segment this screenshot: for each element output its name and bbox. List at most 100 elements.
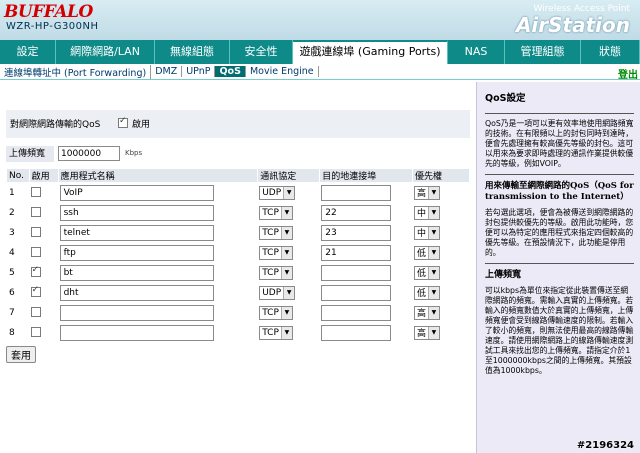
- help-divider: [485, 174, 634, 175]
- protocol-cell: TCP ▼: [258, 223, 319, 242]
- port-input[interactable]: [321, 324, 392, 341]
- port-cell: 21: [320, 243, 412, 262]
- priority-cell: 中 ▼: [413, 223, 469, 242]
- row-number: 2: [9, 207, 15, 218]
- protocol-value: TCP: [262, 247, 279, 258]
- row-enable-checkbox[interactable]: [30, 187, 41, 198]
- protocol-value: UDP: [262, 187, 282, 198]
- subtab-0[interactable]: 連線埠轉址中 (Port Forwarding): [0, 64, 152, 79]
- protocol-select[interactable]: TCP ▼: [259, 265, 293, 280]
- protocol-select[interactable]: TCP ▼: [259, 245, 293, 260]
- priority-cell: 低 ▼: [413, 283, 469, 302]
- app-name-input[interactable]: bt: [59, 264, 214, 281]
- row-enable-checkbox[interactable]: [30, 327, 41, 338]
- tab-2[interactable]: 無線組態: [155, 40, 230, 64]
- row-number: 6: [9, 287, 15, 298]
- help-divider: [485, 263, 634, 264]
- port-input[interactable]: 21: [321, 244, 392, 261]
- table-row: 2 ssh TCP ▼ 22 中 ▼: [7, 203, 469, 222]
- protocol-value: TCP: [262, 267, 279, 278]
- qos-enable-label: 啟用: [132, 120, 151, 130]
- app-name-input[interactable]: dht: [59, 284, 214, 301]
- app-name-input[interactable]: [59, 324, 214, 341]
- app-name-input[interactable]: VoIP: [59, 184, 214, 201]
- protocol-cell: TCP ▼: [258, 263, 319, 282]
- table-header-row: No. 啟用 應用程式名稱 通訊協定 目的地連接埠 優先權: [7, 169, 469, 182]
- enable-cell: [30, 243, 58, 262]
- priority-select[interactable]: 低 ▼: [413, 265, 440, 280]
- port-input[interactable]: 23: [321, 224, 392, 241]
- enable-cell: [30, 203, 58, 222]
- app-name-input[interactable]: ssh: [59, 204, 214, 221]
- qos-enable-row: 對網際網路傳輸的QoS 啟用: [6, 110, 470, 138]
- priority-value: 低: [416, 269, 426, 279]
- tab-7[interactable]: 狀態: [581, 40, 640, 64]
- protocol-value: TCP: [262, 207, 279, 218]
- chevron-down-icon: ▼: [427, 186, 439, 199]
- tab-1[interactable]: 網際網路/LAN: [56, 40, 155, 64]
- row-number: 1: [9, 187, 15, 198]
- protocol-select[interactable]: TCP ▼: [259, 325, 293, 340]
- row-number: 3: [9, 227, 15, 238]
- subtab-4[interactable]: Movie Engine: [246, 66, 319, 77]
- tab-6[interactable]: 管理組態: [505, 40, 581, 64]
- qos-enable-checkbox[interactable]: [118, 116, 128, 128]
- upload-bandwidth-unit: Kbps: [125, 149, 143, 157]
- enable-cell: [30, 223, 58, 242]
- row-enable-checkbox[interactable]: [30, 207, 41, 218]
- priority-select[interactable]: 低 ▼: [413, 285, 440, 300]
- upload-bandwidth-input[interactable]: [58, 146, 120, 161]
- priority-select[interactable]: 中 ▼: [413, 205, 440, 220]
- row-enable-checkbox[interactable]: [30, 265, 41, 278]
- protocol-select[interactable]: TCP ▼: [259, 205, 293, 220]
- qos-internet-label: 對網際網路傳輸的QoS: [10, 120, 101, 130]
- port-input[interactable]: [321, 264, 392, 281]
- chevron-down-icon: ▼: [280, 246, 292, 259]
- protocol-select[interactable]: TCP ▼: [259, 225, 293, 240]
- tab-4[interactable]: 遊戲連線埠 (Gaming Ports): [293, 40, 448, 64]
- priority-select[interactable]: 中 ▼: [413, 225, 440, 240]
- help-heading-qos-internet: 用來傳輸至網際網路的QoS（QoS for transmission to th…: [485, 181, 634, 202]
- priority-select[interactable]: 高 ▼: [413, 325, 440, 340]
- row-enable-checkbox[interactable]: [30, 227, 41, 238]
- subtab-1[interactable]: DMZ: [151, 66, 183, 77]
- row-enable-checkbox[interactable]: [30, 307, 41, 318]
- priority-select[interactable]: 低 ▼: [413, 245, 440, 260]
- protocol-select[interactable]: UDP ▼: [259, 185, 296, 200]
- chevron-down-icon: ▼: [427, 246, 439, 259]
- tab-0[interactable]: 設定: [0, 40, 56, 64]
- enable-cell: [30, 183, 58, 202]
- subtab-2[interactable]: UPnP: [182, 66, 216, 77]
- main-tabs: 設定 網際網路/LAN 無線組態 安全性 遊戲連線埠 (Gaming Ports) NAS…: [0, 40, 640, 64]
- priority-cell: 高 ▼: [413, 323, 469, 342]
- app-name-input[interactable]: telnet: [59, 224, 214, 241]
- priority-value: 高: [416, 189, 426, 199]
- logout-link[interactable]: 登出: [618, 66, 638, 81]
- tab-3[interactable]: 安全性: [230, 40, 293, 64]
- protocol-select[interactable]: TCP ▼: [259, 305, 293, 320]
- app-name-input[interactable]: [59, 304, 214, 321]
- subtab-3[interactable]: QoS: [215, 66, 246, 77]
- table-row: 8 TCP ▼ 高 ▼: [7, 323, 469, 342]
- port-input[interactable]: [321, 304, 392, 321]
- tab-5[interactable]: NAS: [448, 40, 505, 64]
- port-input[interactable]: [321, 184, 392, 201]
- table-row: 5btTCP▼低▼: [7, 263, 469, 282]
- apply-button[interactable]: 套用: [6, 346, 36, 363]
- protocol-value: TCP: [262, 327, 279, 338]
- app-name-input[interactable]: ftp: [59, 244, 214, 261]
- row-enable-checkbox[interactable]: [30, 285, 41, 298]
- app-name-cell: [59, 323, 258, 342]
- protocol-cell: UDP ▼: [258, 283, 319, 302]
- port-input[interactable]: [321, 284, 392, 301]
- port-cell: [320, 323, 412, 342]
- enable-cell: [30, 283, 58, 302]
- priority-select[interactable]: 高 ▼: [413, 185, 440, 200]
- row-enable-checkbox[interactable]: [30, 247, 41, 258]
- protocol-cell: TCP ▼: [258, 303, 319, 322]
- port-input[interactable]: 22: [321, 204, 392, 221]
- priority-select[interactable]: 高 ▼: [413, 305, 440, 320]
- priority-cell: 中 ▼: [413, 203, 469, 222]
- protocol-select[interactable]: UDP ▼: [259, 285, 296, 300]
- column-header: 啟用: [29, 169, 58, 182]
